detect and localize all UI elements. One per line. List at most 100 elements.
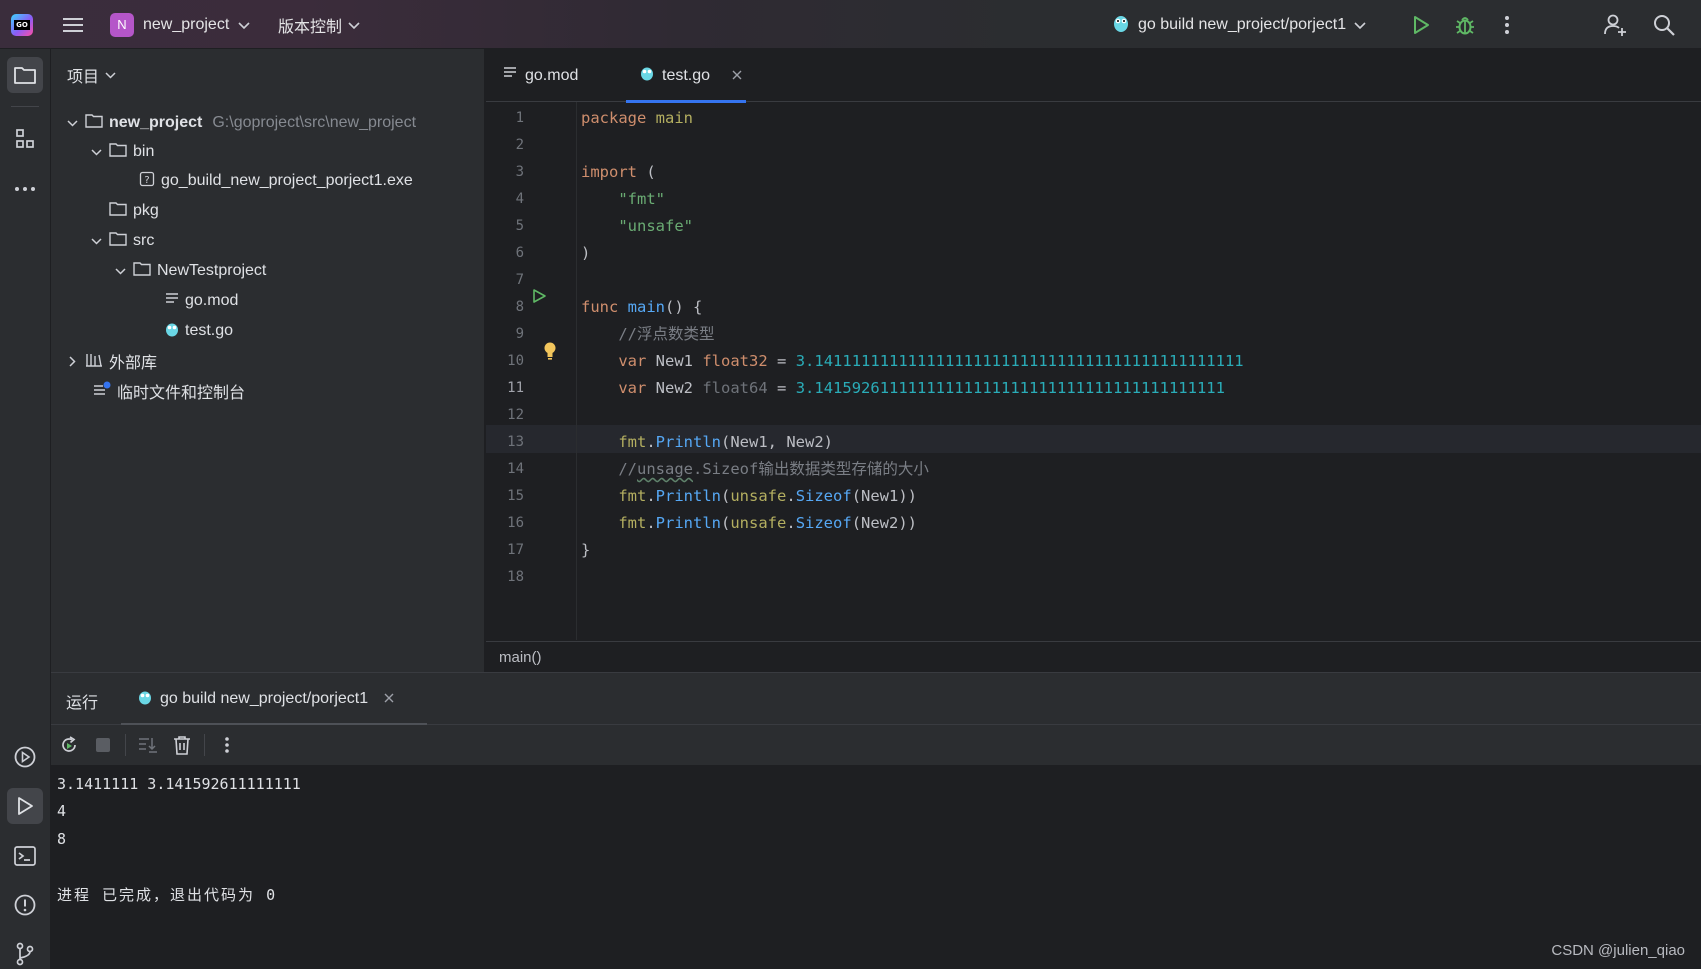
tree-item-exe[interactable]: ? go_build_new_project_porject1.exe [139, 167, 413, 195]
scroll-to-end-icon[interactable] [136, 733, 160, 757]
console-output-line: 8 [57, 830, 67, 848]
code-line-15[interactable]: fmt.Println(unsafe.Sizeof(New1)) [581, 483, 917, 510]
line-number: 7 [515, 272, 524, 288]
tree-item-go-mod[interactable]: go.mod [165, 287, 238, 315]
run-tool-icon[interactable] [7, 788, 43, 824]
tree-item-label: 外部库 [109, 355, 158, 372]
chevron-down-icon[interactable] [89, 148, 103, 156]
intention-bulb-icon[interactable] [543, 341, 557, 365]
run-toolbar [51, 725, 1701, 765]
tree-item-new-project[interactable]: new_project G:\goproject\src\new_project [65, 109, 416, 137]
run-header: 运行 go build new_project/porject1 [51, 673, 1701, 726]
app-logo-icon[interactable]: GO [11, 0, 39, 49]
tree-item-scratches[interactable]: 临时文件和控制台 [93, 377, 245, 405]
gopher-icon [1112, 13, 1130, 37]
line-number: 4 [515, 191, 524, 207]
chevron-down-icon [238, 16, 250, 34]
tree-item-src[interactable]: src [89, 227, 154, 255]
project-view-selector[interactable]: 项目 [67, 63, 116, 87]
more-vertical-icon[interactable] [1495, 13, 1519, 37]
gopher-icon [640, 65, 654, 86]
console-output-line: 3.1411111 3.141592611111111 [57, 775, 301, 793]
line-number: 3 [515, 164, 524, 180]
hamburger-menu-icon[interactable] [62, 0, 86, 49]
code-line-10[interactable]: var New1 float32 = 3.1411111111111111111… [581, 348, 1243, 375]
left-tool-strip [0, 49, 51, 969]
git-icon[interactable] [7, 936, 43, 969]
services-icon[interactable] [7, 739, 43, 775]
tab-go-mod[interactable]: go.mod [503, 49, 578, 102]
code-line-9[interactable]: //浮点数类型 [581, 321, 714, 348]
tree-item-bin[interactable]: bin [89, 138, 154, 166]
chevron-right-icon[interactable] [65, 355, 79, 367]
close-icon[interactable] [732, 67, 742, 85]
line-number: 18 [507, 569, 524, 585]
tree-item-label: new_project [109, 114, 203, 131]
trash-icon[interactable] [170, 733, 194, 757]
project-tool-window: 项目 new_project G:\goproject\src\new_proj… [51, 49, 485, 672]
code-line-16[interactable]: fmt.Println(unsafe.Sizeof(New2)) [581, 510, 917, 537]
project-badge: N [110, 12, 134, 37]
code-line-1[interactable]: package main [581, 105, 693, 132]
project-name: new_project [143, 15, 230, 33]
run-tool-window: 运行 go build new_project/porject1 3.14111… [51, 672, 1701, 969]
code-line-8[interactable]: func main() { [581, 294, 702, 321]
add-user-icon[interactable] [1603, 13, 1627, 37]
debug-icon[interactable] [1453, 13, 1477, 37]
code-line-3[interactable]: import ( [581, 159, 656, 186]
code-line-11[interactable]: var New2 float64 = 3.1415926111111111111… [581, 375, 1225, 402]
stop-icon[interactable] [91, 733, 115, 757]
tree-item-external-libraries[interactable]: 外部库 [65, 347, 157, 375]
code-line-5[interactable]: "unsafe" [581, 213, 693, 240]
toolbar-divider [125, 734, 126, 756]
run-gutter-icon[interactable] [531, 288, 547, 308]
tree-item-test-go[interactable]: test.go [165, 317, 233, 345]
code-line-6[interactable]: ) [581, 240, 590, 267]
code-line-13[interactable]: fmt.Println(New1, New2) [581, 429, 833, 456]
terminal-icon[interactable] [7, 838, 43, 874]
strip-divider [11, 106, 39, 107]
tree-item-newtestproject[interactable]: NewTestproject [113, 257, 266, 285]
run-configuration-selector[interactable]: go build new_project/porject1 [1112, 0, 1366, 49]
tree-item-label: bin [133, 143, 155, 160]
structure-icon[interactable] [7, 121, 43, 157]
tab-label: go.mod [525, 66, 579, 84]
chevron-down-icon[interactable] [65, 119, 79, 127]
code-line-17[interactable]: } [581, 537, 590, 564]
tree-item-pkg[interactable]: pkg [109, 197, 159, 225]
folder-icon[interactable] [7, 57, 43, 93]
tree-item-label: pkg [133, 202, 159, 219]
folder-icon [109, 201, 127, 221]
problems-icon[interactable] [7, 887, 43, 923]
code-line-4[interactable]: "fmt" [581, 186, 665, 213]
library-icon [85, 351, 103, 372]
breadcrumb[interactable]: main() [486, 641, 1701, 672]
chevron-down-icon [1354, 16, 1366, 34]
tree-item-path: G:\goproject\src\new_project [212, 114, 417, 131]
breadcrumb-item[interactable]: main() [499, 649, 542, 666]
vcs-menu[interactable]: 版本控制 [278, 0, 360, 49]
close-icon[interactable] [384, 690, 394, 708]
console-exit-message: 进程 已完成，退出代码为 0 [57, 886, 278, 904]
tab-test-go[interactable]: test.go [626, 49, 746, 103]
chevron-down-icon[interactable] [113, 267, 127, 275]
tree-item-label: 临时文件和控制台 [117, 385, 246, 402]
run-icon[interactable] [1409, 13, 1433, 37]
code-line-14[interactable]: //unsage.Sizeof输出数据类型存储的大小 [581, 456, 929, 483]
line-number: 2 [515, 137, 524, 153]
chevron-down-icon[interactable] [89, 237, 103, 245]
project-switcher[interactable]: N new_project [110, 0, 250, 49]
line-number: 5 [515, 218, 524, 234]
run-tab-label: go build new_project/porject1 [160, 690, 369, 707]
gopher-icon [165, 321, 179, 342]
line-number: 14 [507, 461, 524, 477]
folder-icon [133, 261, 151, 281]
run-config-label: go build new_project/porject1 [1138, 15, 1347, 33]
editor-gutter: 1 2 3 4 5 6 7 8 9 10 11 12 13 14 15 16 1… [486, 102, 577, 640]
more-horizontal-icon[interactable] [7, 171, 43, 207]
more-vertical-icon[interactable] [215, 733, 239, 757]
rerun-icon[interactable] [57, 733, 81, 757]
search-icon[interactable] [1652, 13, 1676, 37]
watermark: CSDN @julien_qiao [1551, 942, 1685, 959]
run-tab[interactable]: go build new_project/porject1 [121, 673, 427, 726]
